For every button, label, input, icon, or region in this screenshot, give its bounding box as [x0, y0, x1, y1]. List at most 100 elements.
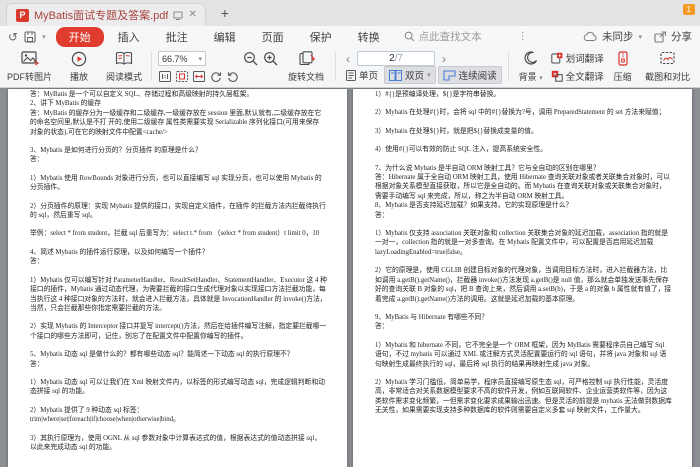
menu-item-home[interactable]: 开始 — [55, 26, 104, 47]
zoom-level-value: 66.7% — [162, 53, 188, 64]
single-page-button[interactable]: 单页 — [342, 67, 382, 83]
cloud-sync-icon[interactable] — [583, 31, 597, 42]
page-navigation-group: ‹ 2 /7 › 单页 双页 ▾ 连续阅读 — [340, 48, 504, 85]
continuous-reading-button[interactable]: 连续阅读 — [437, 66, 502, 84]
close-tab-icon[interactable]: ✕ — [188, 10, 196, 20]
paragraph: 2）它的原理是，使用 CGLIB 创建目标对象的代理对象，当调用目标方法时，进入… — [375, 267, 672, 303]
document-tab[interactable]: P MyBatis面试专题及答案.pdf ✕ — [6, 3, 206, 26]
menu-item-page[interactable]: 页面 — [250, 27, 296, 47]
read-mode-label: 阅读模式 — [106, 72, 143, 82]
rotate-document-label: 旋转文档 — [288, 72, 325, 82]
word-translate-button[interactable]: 划词翻译 — [550, 51, 604, 65]
toolbar-divider — [507, 52, 509, 81]
view-tools-row — [158, 70, 239, 83]
sync-chevron-icon[interactable]: ▾ — [638, 33, 642, 41]
pdf-file-icon: P — [16, 8, 29, 22]
new-tab-button[interactable]: + — [214, 0, 236, 26]
picture-icon — [20, 51, 39, 66]
document-viewport[interactable]: 答：MyBatis 是一个可以自定义 SQL、存储过程和高级映射的持久层框架。 … — [0, 88, 700, 467]
background-label: 背景 ▾ — [518, 72, 543, 82]
menu-item-convert[interactable]: 转换 — [346, 27, 392, 47]
menu-bar: ↺ ▾ 开始 插入 批注 编辑 页面 保护 转换 ⋮ 未同步 ▾ 分享 — [0, 26, 700, 47]
paragraph: 答：MyBatis 是一个可以自定义 SQL、存储过程和高级映射的持久层框架。 … — [30, 91, 322, 136]
single-page-icon — [346, 69, 357, 81]
page-right-content: 1）#{}是预编译处理，${}是字符串替换。 2）Mybatis 在处理#{}时，… — [375, 90, 672, 416]
undo-icon[interactable]: ↺ — [8, 31, 18, 43]
zoom-in-button[interactable] — [263, 51, 279, 67]
play-label: 播放 — [70, 72, 89, 82]
fit-page-icon[interactable] — [175, 70, 188, 83]
paragraph: 4）使用#{}可以有效的防止 SQL 注入，提高系统安全性。 — [375, 146, 548, 154]
paragraph: 2）实现 Mybatis 的 Interceptor 接口并复写 interce… — [30, 323, 327, 340]
menu-item-protect[interactable]: 保护 — [298, 27, 344, 47]
page-left-content: 答：MyBatis 是一个可以自定义 SQL、存储过程和高级映射的持久层框架。 … — [30, 90, 327, 452]
share-label[interactable]: 分享 — [671, 29, 692, 44]
double-page-button[interactable]: 双页 ▾ — [384, 66, 436, 84]
paragraph: 3）Mybatis 在处理${}时，就是把${}替换成变量的值。 — [375, 127, 538, 135]
compress-button[interactable]: 压缩 — [606, 48, 640, 85]
toolbar-divider — [335, 52, 337, 81]
zoom-group: 66.7% ▾ — [156, 48, 241, 85]
notification-badge[interactable]: 1 — [682, 4, 695, 15]
zoom-level-select[interactable]: 66.7% ▾ — [158, 51, 207, 66]
toolbar-divider — [151, 52, 153, 81]
search-box: ⋮ — [404, 30, 581, 43]
zoom-out-button[interactable] — [243, 51, 259, 67]
view-mode-buttons: 单页 双页 ▾ 连续阅读 — [342, 66, 502, 84]
paragraph: 1）#{}是预编译处理，${}是字符串替换。 — [375, 91, 501, 98]
page-number-input[interactable]: 2 /7 — [357, 51, 436, 66]
translate-group: 划词翻译 全文翻译 — [549, 48, 606, 85]
read-mode-button[interactable]: 阅读模式 — [101, 48, 147, 85]
word-translate-icon — [550, 52, 562, 64]
paragraph: 1）Mybatis 仅可以编写针对 ParameterHandler、Resul… — [30, 276, 327, 312]
play-icon — [71, 51, 87, 67]
book-icon — [115, 51, 133, 66]
previous-page-button[interactable]: ‹ — [342, 52, 354, 66]
tab-bar: P MyBatis面试专题及答案.pdf ✕ + 1 — [0, 0, 700, 26]
screenshot-compare-button[interactable]: 截图和对比 — [640, 48, 696, 85]
quick-access-toolbar: ↺ ▾ — [8, 31, 46, 43]
rotate-clockwise-icon[interactable] — [209, 70, 222, 83]
menu-bar-right: 未同步 ▾ 分享 — [583, 29, 692, 44]
paragraph: 5、Mybatis 动态 sql 是做什么的？都有哪些动态 sql？能简述一下动… — [30, 351, 294, 368]
pdf-to-image-button[interactable]: PDF转图片 — [2, 48, 57, 85]
total-pages: /7 — [394, 53, 403, 64]
continuous-reading-icon — [443, 69, 456, 81]
rotate-document-button[interactable]: 旋转文档 — [281, 48, 331, 85]
menu-item-insert[interactable]: 插入 — [106, 27, 152, 47]
tab-title: MyBatis面试专题及答案.pdf — [34, 10, 169, 22]
moon-icon — [524, 51, 538, 65]
save-icon[interactable] — [24, 30, 36, 43]
toolbar: PDF转图片 播放 阅读模式 66.7% ▾ 旋转文档 ‹ 2 /7 › 单页 … — [0, 47, 700, 88]
actual-size-icon[interactable] — [158, 70, 171, 83]
paragraph: 2）Mybatis 学习门槛低，简单易学，程序员直接编写原生态 sql，可严格控… — [375, 378, 672, 415]
paragraph: 9、MyBatis 与 Hibernate 有哪些不同？ 答： — [375, 313, 489, 331]
detach-tab-icon[interactable] — [173, 11, 183, 20]
customize-toolbar-chevron-icon[interactable]: ▾ — [42, 33, 46, 41]
search-options-icon[interactable]: ⋮ — [518, 31, 528, 42]
screenshot-compare-label: 截图和对比 — [645, 72, 691, 82]
full-translate-button[interactable]: 全文翻译 — [551, 69, 604, 83]
next-page-button[interactable]: › — [438, 52, 450, 66]
double-page-icon — [389, 69, 403, 81]
zoom-chevron-icon: ▾ — [198, 55, 203, 63]
paragraph: 4、简述 Mybatis 的插件运行原理，以及如何编写一个插件？ 答： — [30, 248, 209, 266]
paragraph: 3、Mybatis 是如何进行分页的？分页插件 的原理是什么？ 答： — [30, 147, 202, 164]
rotate-counterclockwise-icon[interactable] — [226, 70, 239, 83]
menu-item-annotate[interactable]: 批注 — [154, 27, 200, 47]
paragraph: 1）Mybatis 使用 RowBounds 对象进行分页，也可以直接编写 sq… — [30, 174, 322, 192]
page-nav-row: ‹ 2 /7 › — [342, 51, 502, 66]
play-button[interactable]: 播放 — [57, 48, 101, 85]
paragraph: 3）其执行原理为，使用 OGNL 从 sql 参数对象中计算表达式的值，根据表达… — [30, 434, 322, 451]
rotate-document-icon — [298, 51, 315, 66]
sync-status-label[interactable]: 未同步 — [602, 29, 634, 44]
search-input[interactable] — [418, 30, 514, 43]
paragraph: 7、为什么说 Mybatis 是半自动 ORM 映射工具？它与全自动的区别在哪里… — [375, 164, 671, 219]
single-page-label: 单页 — [359, 71, 379, 82]
share-icon[interactable] — [654, 30, 666, 43]
double-page-chevron-icon: ▾ — [427, 72, 431, 79]
background-chevron-icon: ▾ — [539, 75, 543, 82]
background-button[interactable]: 背景 ▾ — [513, 48, 549, 85]
menu-item-edit[interactable]: 编辑 — [202, 27, 248, 47]
fit-width-icon[interactable] — [192, 70, 205, 83]
